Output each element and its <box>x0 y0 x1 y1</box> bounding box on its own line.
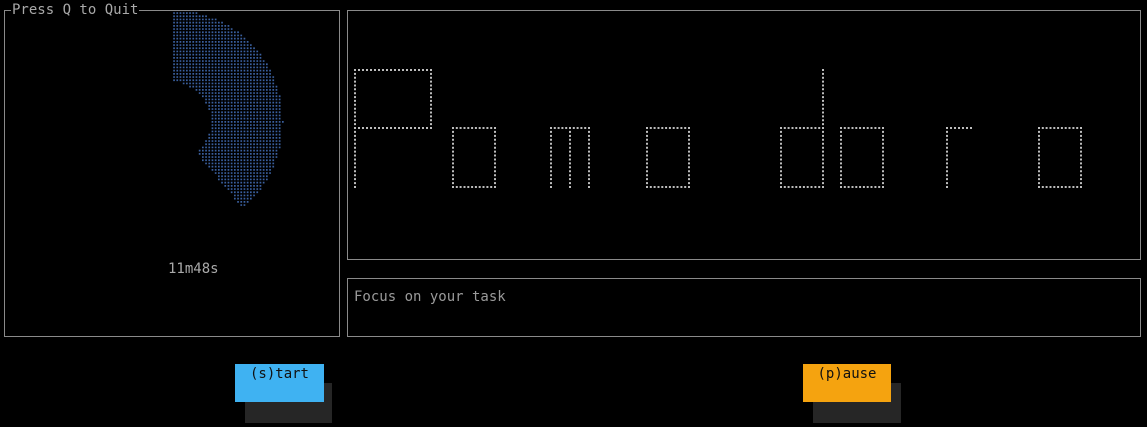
banner-glyph-4 <box>646 127 690 188</box>
task-panel: Focus on your task <box>347 278 1141 337</box>
banner-glyph-8 <box>1038 127 1082 188</box>
pause-button[interactable]: (p)ause <box>803 364 891 402</box>
pomodoro-banner <box>354 69 1082 188</box>
title-banner-panel <box>347 10 1141 260</box>
banner-glyph-1 <box>354 69 432 188</box>
timer-dot-field <box>173 12 284 206</box>
timer-donut <box>173 12 284 206</box>
banner-glyph-5 <box>780 69 824 188</box>
banner-glyph-2 <box>452 127 496 188</box>
banner-glyph-7 <box>946 127 972 188</box>
timer-remaining: 11m48s <box>168 261 219 277</box>
start-button[interactable]: (s)tart <box>235 364 324 402</box>
banner-glyph-6 <box>840 127 884 188</box>
banner-glyph-3 <box>550 127 590 188</box>
timer-panel: Press Q to Quit 11m48s <box>4 1 340 337</box>
task-text: Focus on your task <box>354 289 506 305</box>
